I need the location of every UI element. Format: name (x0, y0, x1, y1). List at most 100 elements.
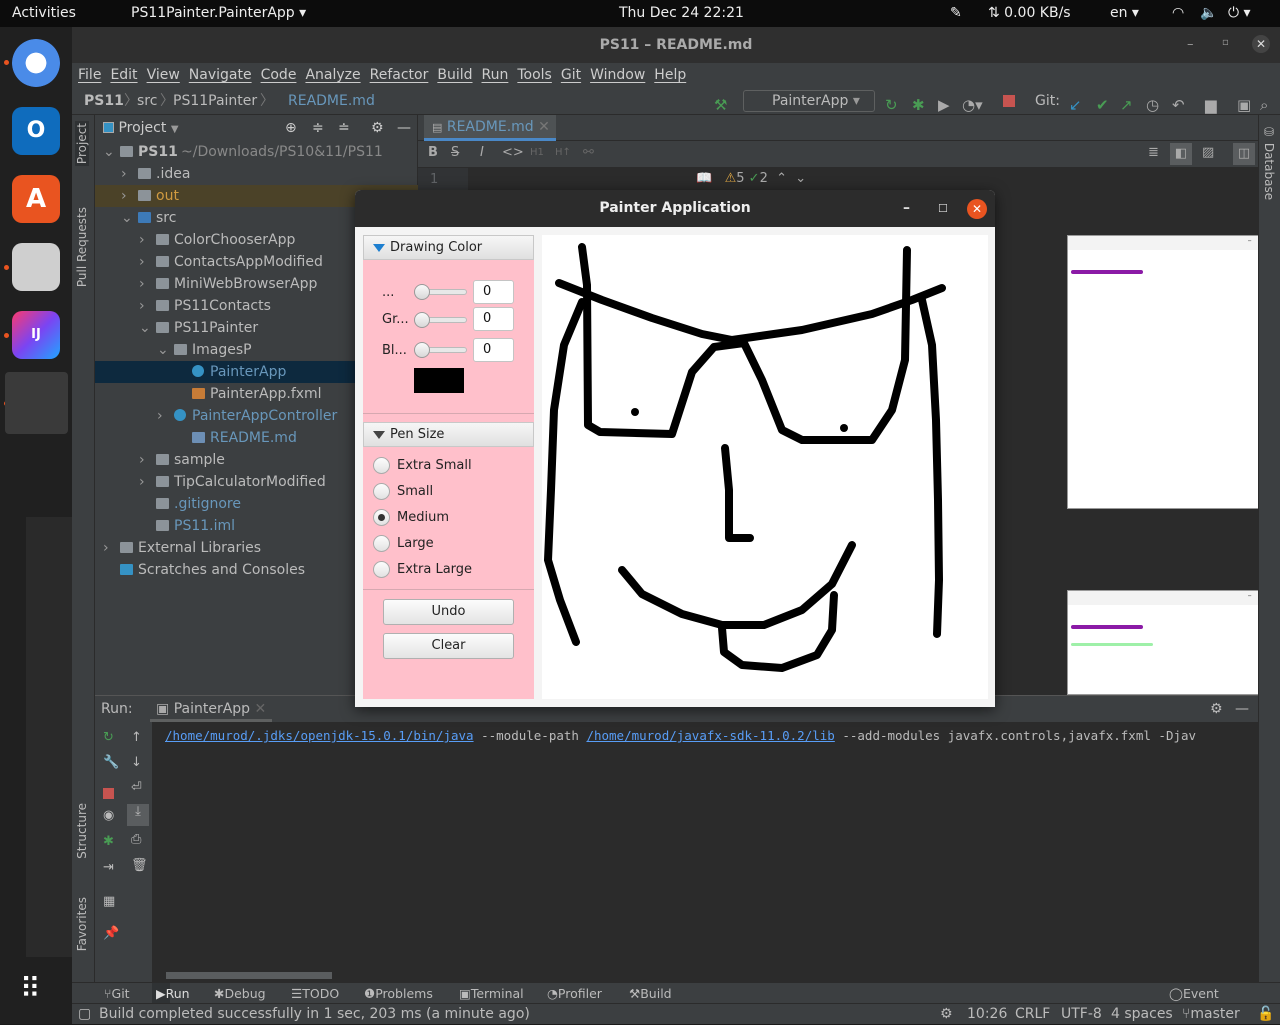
breadcrumb-src[interactable]: src (137, 88, 157, 115)
green-slider[interactable] (414, 312, 467, 328)
pen-size-label[interactable]: Extra Small (397, 458, 472, 473)
chevron-right-icon[interactable]: › (139, 449, 145, 471)
soft-wrap-icon[interactable]: ⏎ (131, 780, 142, 795)
pen-size-label[interactable]: Extra Large (397, 562, 472, 577)
header-icon[interactable]: H1 (530, 147, 544, 158)
menu-code[interactable]: Code (261, 63, 297, 88)
blue-slider[interactable] (414, 342, 467, 358)
scroll-up-icon[interactable]: ↑ (131, 730, 142, 745)
chevron-right-icon[interactable]: › (121, 163, 127, 185)
git-branch[interactable]: ⑂ master (1182, 1004, 1240, 1025)
tab-readme[interactable]: ▤ README.md ✕ (424, 115, 556, 141)
gear-icon[interactable]: ⚙ (371, 115, 384, 141)
menu-view[interactable]: View (147, 63, 180, 88)
tree-item[interactable]: › .idea (95, 163, 418, 185)
breadcrumb-ps11[interactable]: PS11 (84, 88, 124, 115)
event-log-button[interactable]: ◯ Event Log (1169, 983, 1219, 1022)
trash-icon[interactable]: 🗑 (131, 858, 148, 873)
breadcrumb-readme[interactable]: README.md (288, 88, 375, 115)
tab-favorites[interactable]: Favorites (75, 897, 89, 951)
stop-icon[interactable] (103, 788, 114, 799)
tab-pull-requests[interactable]: Pull Requests (75, 207, 89, 287)
camera-icon[interactable]: ◉ (103, 808, 114, 823)
chevron-down-icon[interactable]: ⌄ (121, 207, 133, 229)
tab-profiler[interactable]: ◔ Profiler (547, 983, 602, 1004)
lock-icon[interactable]: 🔓 (1257, 1004, 1274, 1025)
expand-all-icon[interactable]: ≑ (312, 115, 324, 141)
console-hscrollbar[interactable] (166, 972, 332, 979)
active-app-icon[interactable] (5, 372, 68, 434)
locate-icon[interactable]: ⊕ (285, 115, 297, 141)
menu-edit[interactable]: Edit (110, 63, 137, 88)
tab-todo[interactable]: ☰ TODO (291, 983, 339, 1004)
chevron-right-icon[interactable]: › (103, 537, 109, 559)
undo-button[interactable]: Undo (383, 599, 514, 625)
tab-run[interactable]: ▶ Run (152, 983, 190, 1004)
pen-size-radio[interactable] (373, 483, 390, 500)
reader-mode-icon[interactable]: 📖 (696, 171, 712, 186)
red-slider-thumb[interactable] (414, 284, 430, 300)
pen-size-radio[interactable] (373, 509, 390, 526)
exit-icon[interactable]: ⇥ (103, 860, 114, 875)
inspections-widget[interactable]: 📖 ⚠5 ✓2 ⌃ ⌄ (696, 171, 806, 186)
file-encoding[interactable]: UTF-8 (1061, 1004, 1102, 1025)
tree-item[interactable]: ⌄ PS11 ~/Downloads/PS10&11/PS11 (95, 141, 418, 163)
activities-button[interactable]: Activities (12, 5, 76, 21)
outlook-icon[interactable]: O (12, 107, 60, 155)
tab-structure[interactable]: Structure (75, 803, 89, 859)
blue-field[interactable]: 0 (473, 338, 514, 362)
chevron-right-icon[interactable]: › (157, 405, 163, 427)
scroll-to-end-icon[interactable]: ⤓ (127, 804, 149, 826)
tab-build[interactable]: ⚒ Build (629, 983, 672, 1004)
tab-debug[interactable]: ✱ Debug (214, 983, 266, 1004)
status-indicator-icon[interactable]: ⚙ (940, 1004, 953, 1025)
menu-tools[interactable]: Tools (517, 63, 552, 88)
italic-icon[interactable]: I (480, 145, 484, 160)
javafx-lib-link[interactable]: /home/murod/javafx-sdk-11.0.2/lib (586, 728, 834, 743)
green-slider-thumb[interactable] (414, 312, 430, 328)
drawing-canvas[interactable] (542, 235, 988, 699)
rerun-icon[interactable]: ↻ (103, 730, 114, 745)
pen-size-label[interactable]: Small (397, 484, 433, 499)
layout-icon[interactable]: ▦ (103, 894, 115, 909)
menu-build[interactable]: Build (437, 63, 472, 88)
print-icon[interactable]: ⎙ (131, 832, 141, 847)
chevron-right-icon[interactable]: › (139, 251, 145, 273)
tab-terminal[interactable]: ▣ Terminal (459, 983, 524, 1004)
run-tab-painterapp[interactable]: ▣ PainterApp ✕ (150, 696, 273, 722)
strikethrough-icon[interactable]: S (451, 145, 459, 160)
chevron-right-icon[interactable]: › (139, 295, 145, 317)
painter-maximize-button[interactable]: ☐ (938, 190, 948, 227)
tab-project[interactable]: Project (75, 121, 89, 167)
close-button[interactable]: ✕ (1252, 35, 1270, 53)
header-levels-icon[interactable]: H↑ (555, 147, 571, 158)
console-output[interactable]: /home/murod/.jdks/openjdk-15.0.1/bin/jav… (165, 728, 1196, 743)
bold-icon[interactable]: B (428, 145, 438, 160)
line-separator[interactable]: CRLF (1015, 1004, 1050, 1025)
menu-refactor[interactable]: Refactor (370, 63, 429, 88)
chevron-right-icon[interactable]: › (139, 273, 145, 295)
hide-icon[interactable]: — (397, 115, 411, 141)
tab-database[interactable]: ⛁ Database (1262, 125, 1276, 200)
sync-scroll-icon[interactable]: ◫ (1233, 143, 1255, 165)
painter-close-button[interactable]: ✕ (967, 199, 987, 219)
code-icon[interactable]: <> (502, 145, 524, 160)
drawing-color-pane-header[interactable]: Drawing Color (363, 235, 534, 260)
split-view-icon[interactable]: ◧ (1170, 143, 1192, 165)
language-menu[interactable]: en ▾ (1110, 5, 1139, 21)
collapse-all-icon[interactable]: ≐ (338, 115, 350, 141)
chevron-down-icon[interactable]: ⌄ (157, 339, 169, 361)
link-icon[interactable]: ⚯ (583, 145, 594, 160)
menu-run[interactable]: Run (482, 63, 509, 88)
menu-file[interactable]: File (78, 63, 101, 88)
wifi-icon[interactable]: ◠ (1172, 5, 1184, 21)
tab-git[interactable]: ⑂ Git (104, 983, 130, 1004)
indent-setting[interactable]: 4 spaces (1111, 1004, 1173, 1025)
run-hide-icon[interactable]: — (1235, 696, 1249, 722)
status-message[interactable]: Build completed successfully in 1 sec, 2… (99, 1004, 530, 1025)
menu-window[interactable]: Window (590, 63, 645, 88)
software-center-icon[interactable]: A (12, 175, 60, 223)
status-toggle-icon[interactable]: ▢ (78, 1004, 91, 1025)
tab-problems[interactable]: ❶ Problems (364, 983, 433, 1004)
app-menu[interactable]: PS11Painter.PainterApp ▾ (131, 5, 306, 21)
